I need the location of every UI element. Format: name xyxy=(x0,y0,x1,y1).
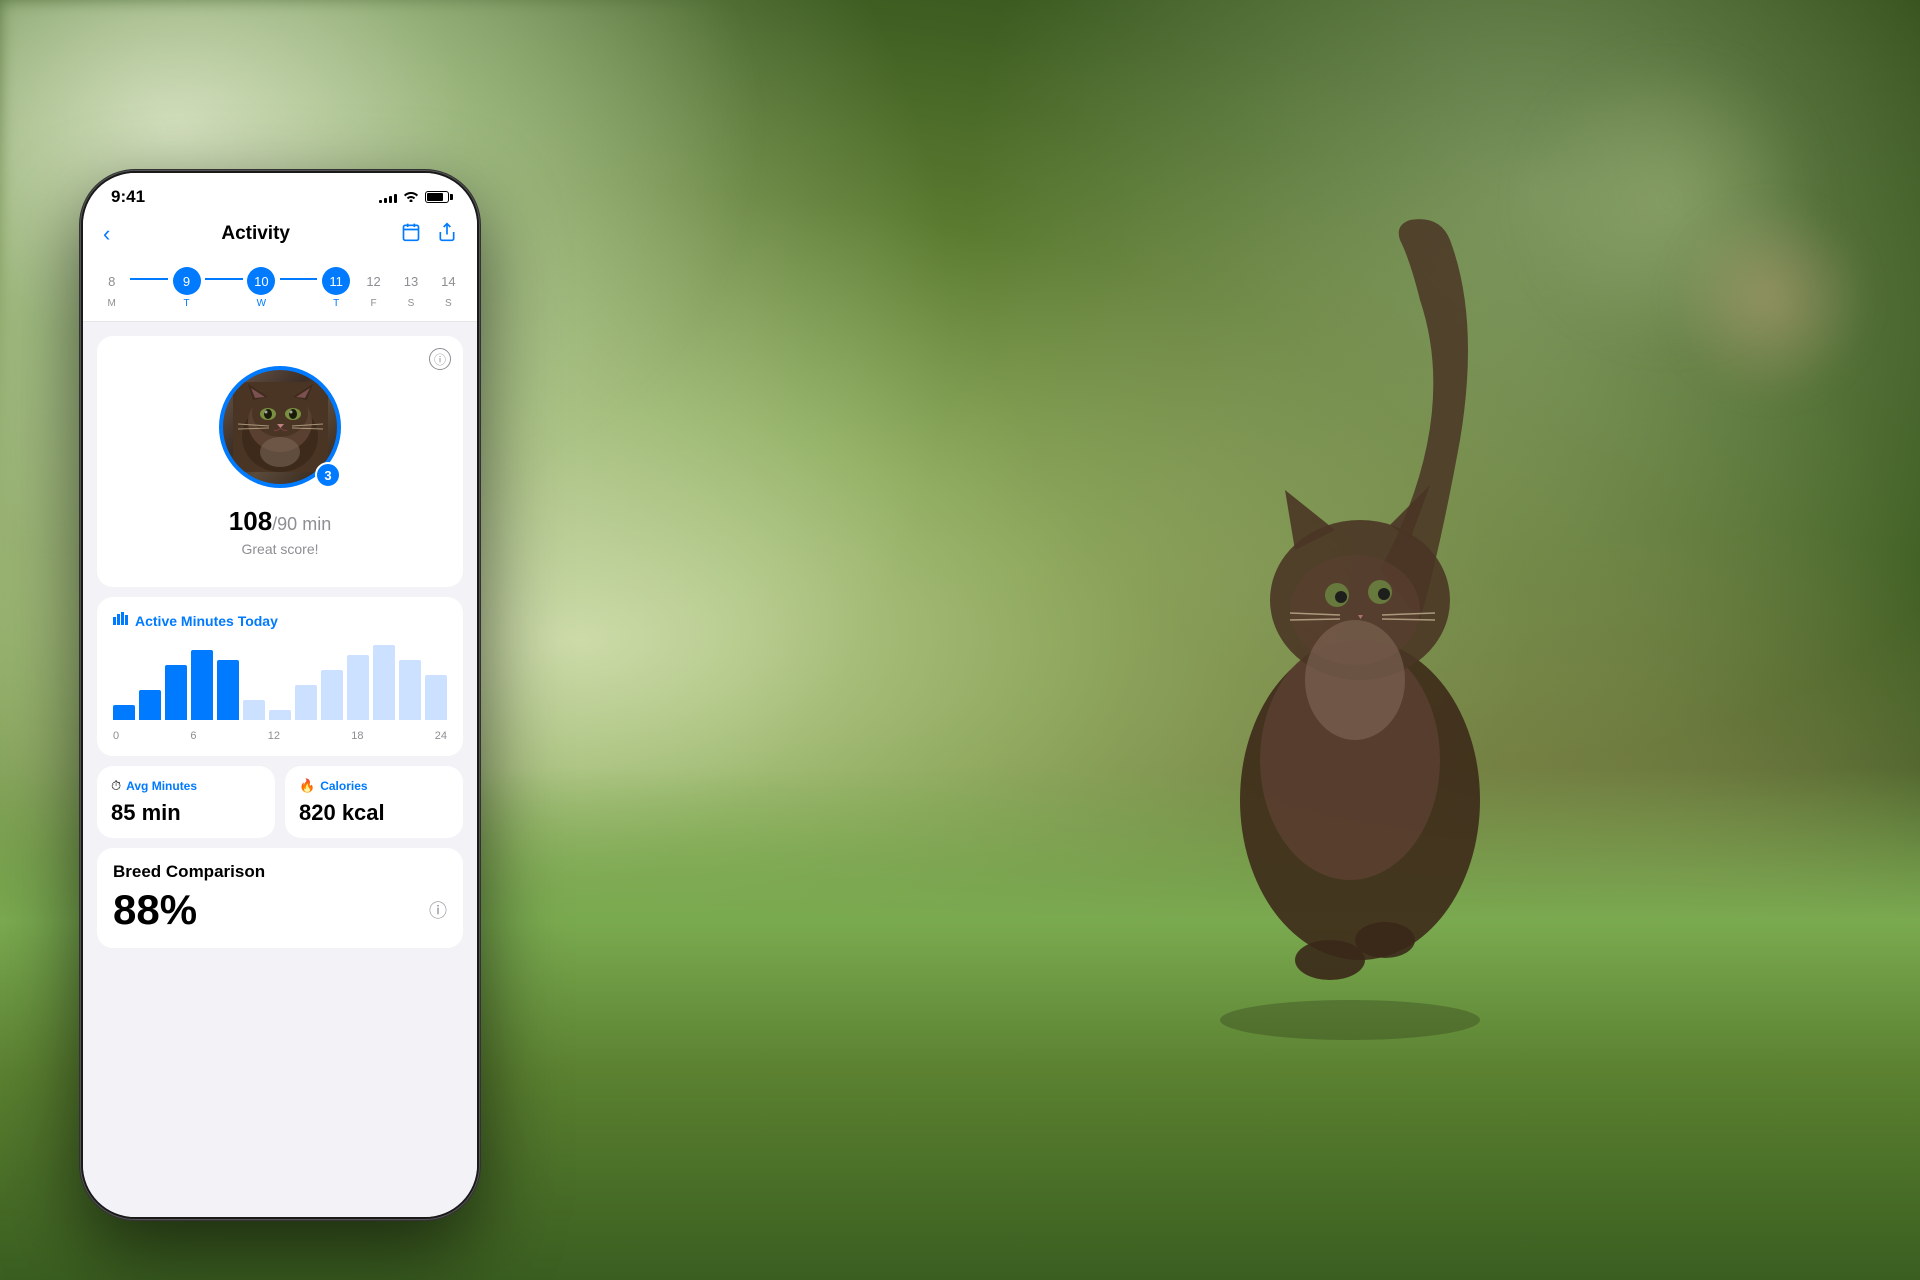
date-selector: 8 M 9 T 10 W xyxy=(83,259,477,322)
bar xyxy=(139,690,161,720)
calories-label-row: 🔥 Calories xyxy=(299,778,449,794)
status-icons xyxy=(379,190,449,205)
battery-icon xyxy=(425,191,449,203)
nav-title: Activity xyxy=(221,223,290,245)
avatar-section: 3 108/90 min Great score! xyxy=(113,352,447,571)
date-day-thu: T xyxy=(333,298,339,309)
bar xyxy=(243,700,265,720)
date-cell-sat[interactable]: 13 S xyxy=(392,267,429,309)
score-label: Great score! xyxy=(241,541,318,557)
main-content: ⓘ xyxy=(83,322,477,1217)
date-cell-fri[interactable]: 12 F xyxy=(355,267,392,309)
chart-title: Active Minutes Today xyxy=(113,611,447,630)
share-button[interactable] xyxy=(437,222,457,247)
date-num-sun: 14 xyxy=(434,267,462,295)
cat-silhouette xyxy=(1040,120,1720,1120)
date-cell-thu[interactable]: 11 T xyxy=(317,267,354,309)
avg-minutes-icon: ⏱ xyxy=(111,778,121,794)
score-number: 108 xyxy=(229,506,272,536)
score-value: 108/90 min xyxy=(229,506,331,537)
chart-label-12: 12 xyxy=(268,730,280,742)
avg-minutes-card: ⏱ Avg Minutes 85 min xyxy=(97,766,275,838)
date-cell-mon[interactable]: 8 M xyxy=(93,267,130,309)
calories-label: Calories xyxy=(320,779,367,793)
bar xyxy=(113,705,135,720)
date-cell-sun[interactable]: 14 S xyxy=(430,267,467,309)
chart-card: Active Minutes Today 0 6 12 18 24 xyxy=(97,597,463,756)
status-bar: 9:41 xyxy=(83,173,477,213)
bar xyxy=(425,675,447,720)
chart-label-24: 24 xyxy=(435,730,447,742)
breed-comparison-title: Breed Comparison xyxy=(113,862,447,882)
calories-card: 🔥 Calories 820 kcal xyxy=(285,766,463,838)
bar xyxy=(165,665,187,720)
chart-title-text: Active Minutes Today xyxy=(135,613,278,629)
bar xyxy=(373,645,395,720)
phone: 9:41 xyxy=(80,170,480,1220)
bar xyxy=(321,670,343,720)
bar-chart xyxy=(113,644,447,724)
signal-bar-1 xyxy=(379,200,382,203)
date-num-wed: 10 xyxy=(247,267,275,295)
nav-bar: ‹ Activity xyxy=(83,213,477,259)
date-day-sat: S xyxy=(408,298,415,309)
score-card: ⓘ xyxy=(97,336,463,587)
date-cell-wed[interactable]: 10 W xyxy=(243,267,280,309)
avg-minutes-label: Avg Minutes xyxy=(126,779,197,793)
bar-chart-icon xyxy=(113,611,129,630)
signal-bar-4 xyxy=(394,194,397,203)
bar xyxy=(347,655,369,720)
calories-value: 820 kcal xyxy=(299,800,449,826)
avg-minutes-label-row: ⏱ Avg Minutes xyxy=(111,778,261,794)
chart-label-6: 6 xyxy=(190,730,196,742)
connector-2 xyxy=(205,278,242,280)
status-time: 9:41 xyxy=(111,187,145,207)
chart-label-0: 0 xyxy=(113,730,119,742)
nav-icons xyxy=(401,222,457,247)
calendar-button[interactable] xyxy=(401,222,421,247)
bar xyxy=(269,710,291,720)
bar xyxy=(217,660,239,720)
phone-shell: 9:41 xyxy=(80,170,480,1220)
breed-comparison-percentage: 88% ⓘ xyxy=(113,886,447,934)
back-button[interactable]: ‹ xyxy=(103,221,110,247)
battery-fill xyxy=(427,193,443,201)
date-day-mon: M xyxy=(108,298,116,309)
date-num-mon: 8 xyxy=(98,267,126,295)
wifi-icon xyxy=(403,190,419,205)
date-num-fri: 12 xyxy=(360,267,388,295)
breed-info-button[interactable]: ⓘ xyxy=(429,897,447,923)
date-day-wed: W xyxy=(257,298,266,309)
chart-labels: 0 6 12 18 24 xyxy=(113,730,447,742)
info-button[interactable]: ⓘ xyxy=(429,348,451,370)
stats-row: ⏱ Avg Minutes 85 min 🔥 Calories 820 kcal xyxy=(97,766,463,838)
phone-screen: 9:41 xyxy=(83,173,477,1217)
date-day-sun: S xyxy=(445,298,452,309)
signal-icon xyxy=(379,191,397,203)
date-cell-tue[interactable]: 9 T xyxy=(168,267,205,309)
breed-comparison-card: Breed Comparison 88% ⓘ xyxy=(97,848,463,948)
bar xyxy=(399,660,421,720)
score-goal: /90 min xyxy=(272,514,331,534)
bar xyxy=(191,650,213,720)
date-day-tue: T xyxy=(183,298,189,309)
signal-bar-3 xyxy=(389,196,392,203)
avg-minutes-value: 85 min xyxy=(111,800,261,826)
bar xyxy=(295,685,317,720)
signal-bar-2 xyxy=(384,198,387,203)
date-day-fri: F xyxy=(370,298,376,309)
date-num-sat: 13 xyxy=(397,267,425,295)
date-num-tue: 9 xyxy=(173,267,201,295)
connector-3 xyxy=(280,278,317,280)
chart-label-18: 18 xyxy=(351,730,363,742)
connector-1 xyxy=(130,278,167,280)
date-num-thu: 11 xyxy=(322,267,350,295)
avatar-ring-wrapper: 3 xyxy=(215,362,345,492)
score-badge: 3 xyxy=(315,462,341,488)
calories-icon: 🔥 xyxy=(299,778,315,794)
